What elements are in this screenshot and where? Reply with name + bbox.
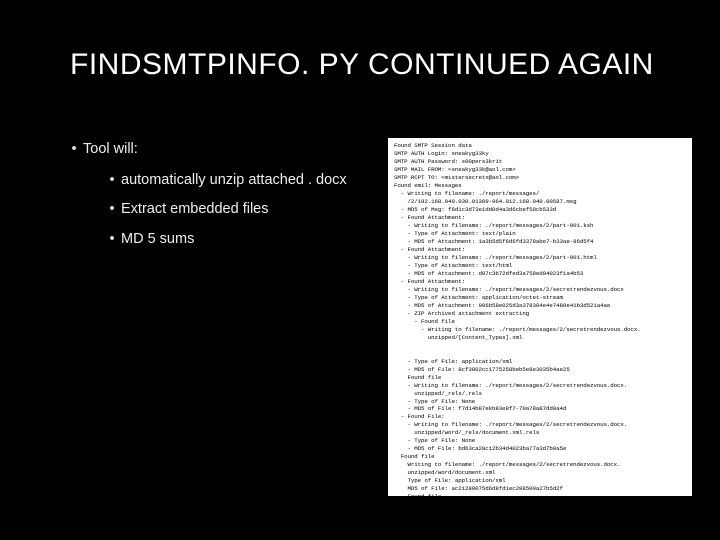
bullet-icon: •: [103, 169, 121, 192]
bullet-text: MD 5 sums: [121, 228, 194, 251]
bullet-icon: •: [103, 198, 121, 221]
bullet-text: Tool will:: [83, 138, 138, 161]
bullet-text: automatically unzip attached . docx: [121, 169, 347, 192]
bullet-list: • Tool will: • automatically unzip attac…: [65, 138, 365, 257]
bullet-text: Extract embedded files: [121, 198, 269, 221]
terminal-screenshot: Found SMTP Session data SMTP AUTH Login:…: [388, 138, 692, 496]
slide-title: FINDSMTPINFO. PY CONTINUED AGAIN: [70, 48, 654, 82]
bullet-icon: •: [65, 138, 83, 161]
bullet-icon: •: [103, 228, 121, 251]
bullet-level-1: • Extract embedded files: [103, 198, 365, 221]
bullet-level-0: • Tool will:: [65, 138, 365, 161]
slide: FINDSMTPINFO. PY CONTINUED AGAIN • Tool …: [0, 0, 720, 540]
bullet-level-1: • MD 5 sums: [103, 228, 365, 251]
bullet-level-1: • automatically unzip attached . docx: [103, 169, 365, 192]
